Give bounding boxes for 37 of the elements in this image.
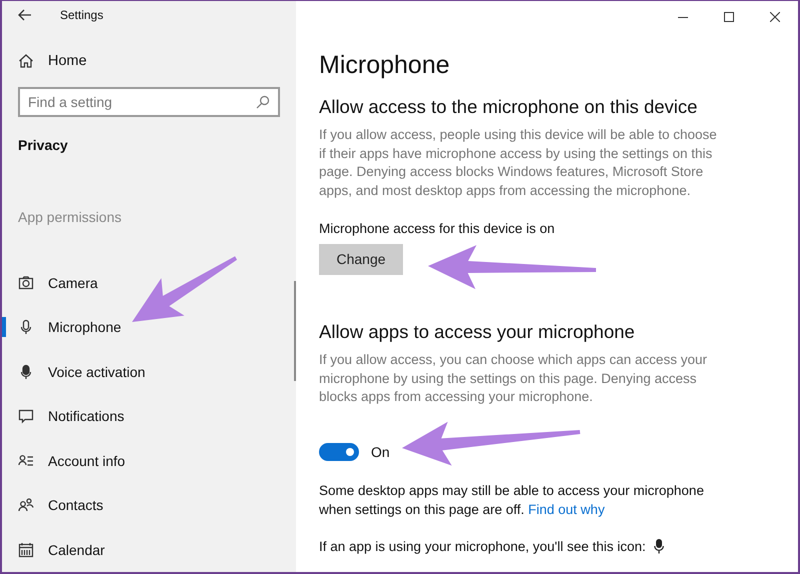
home-icon [18,52,34,68]
toggle-label: On [371,444,390,460]
notifications-icon [18,408,34,424]
section-heading: Allow apps to access your microphone [319,320,636,343]
window-title: Settings [60,8,104,22]
sidebar-item[interactable]: Notifications [2,394,296,438]
microphone-icon [654,538,664,554]
close-icon[interactable] [770,12,780,22]
scrollbar[interactable] [294,281,296,381]
home-link[interactable]: Home [48,52,87,68]
sidebar-item[interactable]: Voice activation [2,350,296,394]
camera-icon [18,274,34,291]
sidebar-item[interactable]: Camera [2,260,296,305]
sidebar-item[interactable]: Account info [2,438,296,483]
section-heading: Allow access to the microphone on this device [319,96,698,118]
maximize-icon[interactable] [724,12,734,22]
icon-note-text: If an app is using your microphone, you'll see this icon: [319,538,646,554]
find-out-why-link[interactable]: Find out why [528,502,605,517]
page-title: Microphone [319,51,451,80]
status-text: Microphone access for this device is on [319,220,556,236]
calendar-icon [18,542,34,558]
description-text: If you allow access, you can choose which apps can access your microphone by using the settings on this page. Denying access blocks apps from accessing your microphone. [319,350,708,406]
sidebar-item[interactable]: Calendar [2,528,296,572]
contacts-icon [18,497,34,514]
microphone-icon [18,319,34,336]
description-text: If you allow access, people using this device will be able to choose if their apps have microphone access by using the settings on this page. Denying access blocks Windows features, Microsoft Store apps, and most desktop apps from accessing the microphone. [319,126,718,200]
group-heading: App permissions [17,208,122,224]
sidebar-item[interactable]: Microphone [2,305,296,350]
toggle-switch[interactable] [319,442,359,461]
search-icon[interactable] [256,94,270,108]
change-button[interactable]: Change [319,244,403,275]
search-field[interactable]: Find a setting [18,86,280,116]
note-text: Some desktop apps may still be able to access your microphone when settings on this page are off. Find out why [319,482,705,519]
sidebar-item[interactable]: Contacts [2,483,296,528]
section-title: Privacy [17,136,69,152]
voice-icon [18,364,34,380]
back-arrow-icon[interactable] [18,8,32,21]
